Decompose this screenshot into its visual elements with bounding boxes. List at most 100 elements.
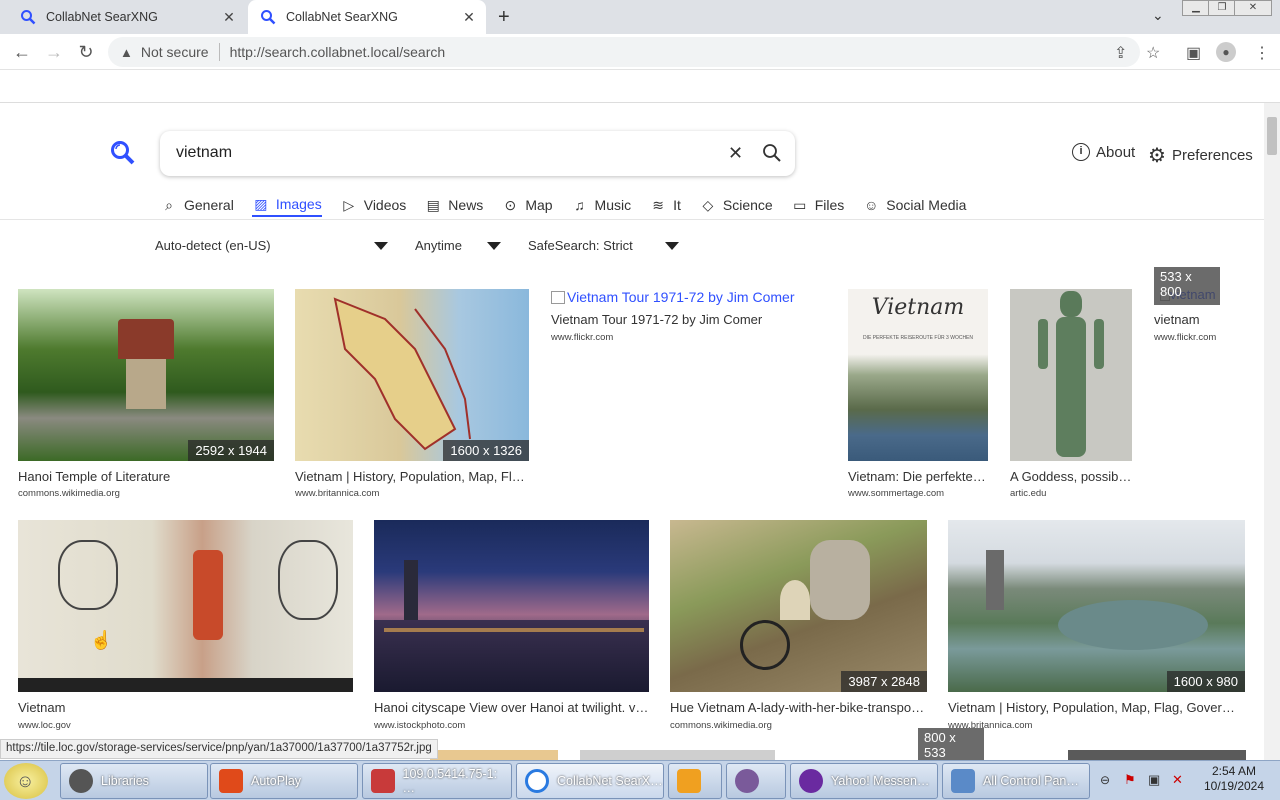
taskbar-item-yahoo[interactable]: Yahoo! Messen…	[790, 763, 938, 799]
newspaper-icon: ▤	[426, 196, 440, 213]
book-cover-title: Vietnam	[871, 295, 965, 320]
result-title[interactable]: Vietnam: Die perfekte…	[848, 469, 988, 484]
result-title[interactable]: Vietnam Tour 1971-72 by Jim Comer	[551, 312, 821, 327]
result-title[interactable]: Hanoi cityscape View over Hanoi at twili…	[374, 700, 649, 715]
tray-display-icon[interactable]: ▣	[1148, 772, 1160, 788]
taskbar-item-media[interactable]	[668, 763, 722, 799]
restore-button[interactable]: ❐	[1208, 0, 1236, 16]
tab-videos[interactable]: ▷ Videos	[340, 193, 406, 217]
tab-science[interactable]: ◇ Science	[699, 193, 773, 217]
taskbar-item-control-panel[interactable]: All Control Pan…	[942, 763, 1090, 799]
searxng-logo-icon[interactable]	[110, 140, 136, 166]
menu-kebab-icon[interactable]: ⋮	[1254, 43, 1270, 63]
search-input[interactable]: vietnam	[176, 144, 232, 162]
search-icon[interactable]	[762, 143, 782, 163]
url-text[interactable]: http://search.collabnet.local/search	[230, 44, 446, 60]
browser-tab-1[interactable]: CollabNet SearXNG ✕	[8, 0, 246, 34]
tab-title: CollabNet SearXNG	[46, 10, 158, 24]
tray-minus-icon[interactable]: ⊖	[1100, 773, 1110, 787]
result-title[interactable]: Hue Vietnam A-lady-with-her-bike-transpo…	[670, 700, 927, 715]
image-result[interactable]: Vietnam DIE PERFEKTE REISEROUTE FÜR 3 WO…	[848, 289, 988, 501]
taskbar-item-chrome[interactable]: CollabNet SearX…	[516, 763, 664, 799]
clock-time: 2:54 AM	[1211, 764, 1257, 778]
chevron-down-icon[interactable]	[665, 242, 679, 250]
image-result[interactable]: 3987 x 2848 Hue Vietnam A-lady-with-her-…	[670, 520, 927, 734]
reload-icon[interactable]: ↻	[76, 42, 96, 62]
tab-it[interactable]: ≋ It	[649, 193, 681, 217]
result-thumbnail[interactable]: Vietnam DIE PERFEKTE REISEROUTE FÜR 3 WO…	[848, 289, 988, 461]
scrollbar-thumb[interactable]	[1267, 117, 1277, 155]
result-thumbnail[interactable]: ☝	[18, 520, 353, 692]
minimize-button[interactable]: ▁	[1182, 0, 1210, 16]
forward-arrow-icon[interactable]: →	[44, 42, 64, 62]
about-link[interactable]: i About	[1072, 143, 1135, 161]
image-result[interactable]: vietnam 533 x 800 vietnam www.flickr.com	[1154, 267, 1254, 349]
info-icon: i	[1072, 143, 1090, 161]
language-select[interactable]: Auto-detect (en-US)	[155, 238, 271, 253]
address-bar[interactable]: ▲ Not secure http://search.collabnet.loc…	[108, 37, 1140, 67]
result-thumbnail[interactable]	[1010, 289, 1132, 461]
close-tab-icon[interactable]: ✕	[462, 10, 476, 24]
tab-search-chevron-icon[interactable]: ⌄	[1152, 7, 1164, 24]
image-result[interactable]: Hanoi cityscape View over Hanoi at twili…	[374, 520, 649, 734]
time-range-select[interactable]: Anytime	[415, 238, 462, 253]
preferences-link[interactable]: ⚙ Preferences	[1148, 143, 1253, 168]
back-arrow-icon[interactable]: ←	[12, 42, 32, 62]
share-icon[interactable]: ⇪	[1114, 43, 1127, 63]
image-result[interactable]: 1600 x 980 Vietnam | History, Population…	[948, 520, 1245, 734]
broken-image[interactable]: Vietnam Tour 1971-72 by Jim Comer	[551, 289, 794, 307]
result-title[interactable]: Vietnam | History, Population, Map, Fl…	[295, 469, 529, 484]
chevron-down-icon[interactable]	[487, 242, 501, 250]
result-title[interactable]: Hanoi Temple of Literature	[18, 469, 274, 484]
tray-volume-icon[interactable]: ✕	[1172, 772, 1183, 788]
search-box[interactable]: vietnam ✕	[160, 131, 795, 176]
image-result[interactable]: ☝ Vietnam www.loc.gov	[18, 520, 353, 734]
tab-music[interactable]: ♫ Music	[571, 193, 631, 217]
start-button[interactable]: ☺	[4, 763, 48, 799]
taskbar-item-libraries[interactable]: Libraries	[60, 763, 208, 799]
side-panel-icon[interactable]: ▣	[1186, 43, 1201, 63]
result-thumbnail[interactable]: 2592 x 1944	[18, 289, 274, 461]
installer-icon	[371, 769, 395, 793]
taskbar-item-autoplay[interactable]: AutoPlay	[210, 763, 358, 799]
tab-social-media[interactable]: ☺ Social Media	[862, 193, 966, 217]
result-title[interactable]: vietnam	[1154, 312, 1254, 327]
image-result[interactable]: 2592 x 1944 Hanoi Temple of Literature c…	[18, 289, 274, 501]
chevron-down-icon[interactable]	[374, 242, 388, 250]
result-thumbnail[interactable]	[580, 750, 775, 760]
tab-news[interactable]: ▤ News	[424, 193, 484, 217]
result-thumbnail[interactable]	[430, 750, 558, 760]
tab-map[interactable]: ⊙ Map	[501, 193, 552, 217]
safesearch-select[interactable]: SafeSearch: Strict	[528, 238, 633, 253]
result-title[interactable]: Vietnam	[18, 700, 353, 715]
security-label[interactable]: Not secure	[141, 44, 209, 60]
windows-taskbar: ☺ Libraries AutoPlay 109.0.5414.75-1: … …	[0, 760, 1280, 800]
tab-files[interactable]: ▭ Files	[791, 193, 844, 217]
image-result[interactable]: Vietnam Tour 1971-72 by Jim Comer Vietna…	[551, 289, 821, 349]
result-thumbnail[interactable]: 1600 x 1326	[295, 289, 529, 461]
result-thumbnail[interactable]	[1068, 750, 1246, 760]
tab-images[interactable]: ▨ Images	[251, 193, 322, 217]
profile-avatar-icon[interactable]: ●	[1216, 42, 1236, 62]
clear-icon[interactable]: ✕	[728, 143, 743, 164]
result-title[interactable]: A Goddess, possib…	[1010, 469, 1132, 484]
close-tab-icon[interactable]: ✕	[222, 10, 236, 24]
result-title[interactable]: Vietnam | History, Population, Map, Flag…	[948, 700, 1245, 715]
image-result[interactable]: A Goddess, possib… artic.edu	[1010, 289, 1132, 501]
result-thumbnail[interactable]	[374, 520, 649, 692]
page-scrollbar[interactable]	[1264, 103, 1280, 760]
close-window-button[interactable]: ✕	[1234, 0, 1272, 16]
tray-network-icon[interactable]: ⚑	[1124, 772, 1136, 788]
taskbar-item-installer[interactable]: 109.0.5414.75-1: …	[362, 763, 512, 799]
result-thumbnail[interactable]: 1600 x 980	[948, 520, 1245, 692]
bookmark-star-icon[interactable]: ☆	[1146, 43, 1160, 63]
taskbar-item-app[interactable]	[726, 763, 786, 799]
image-result[interactable]: 1600 x 1326 Vietnam | History, Populatio…	[295, 289, 529, 501]
warning-triangle-icon[interactable]: ▲	[120, 45, 133, 60]
new-tab-button[interactable]: +	[498, 6, 510, 29]
browser-tab-2[interactable]: CollabNet SearXNG ✕	[248, 0, 486, 34]
tab-general[interactable]: ⌕ General	[160, 193, 234, 217]
result-thumbnail[interactable]: 3987 x 2848	[670, 520, 927, 692]
people-icon: ☺	[864, 197, 879, 213]
taskbar-clock[interactable]: 2:54 AM 10/19/2024	[1196, 764, 1272, 794]
